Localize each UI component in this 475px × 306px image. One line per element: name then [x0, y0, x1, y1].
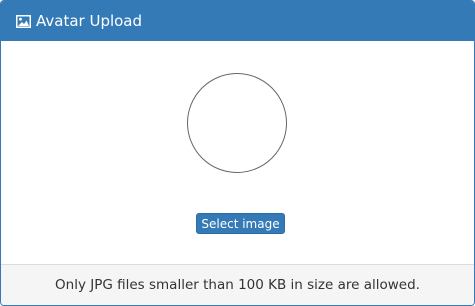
avatar-upload-panel: Avatar Upload Select image Only JPG file…	[0, 0, 475, 306]
panel-title: Avatar Upload	[36, 12, 143, 30]
panel-footer: Only JPG files smaller than 100 KB in si…	[1, 264, 474, 305]
image-icon	[16, 14, 31, 28]
panel-heading: Avatar Upload	[1, 1, 474, 41]
panel-body: Select image	[1, 42, 474, 264]
avatar-preview	[187, 73, 287, 173]
select-image-button[interactable]: Select image	[196, 213, 285, 234]
file-requirements-note: Only JPG files smaller than 100 KB in si…	[55, 277, 420, 293]
